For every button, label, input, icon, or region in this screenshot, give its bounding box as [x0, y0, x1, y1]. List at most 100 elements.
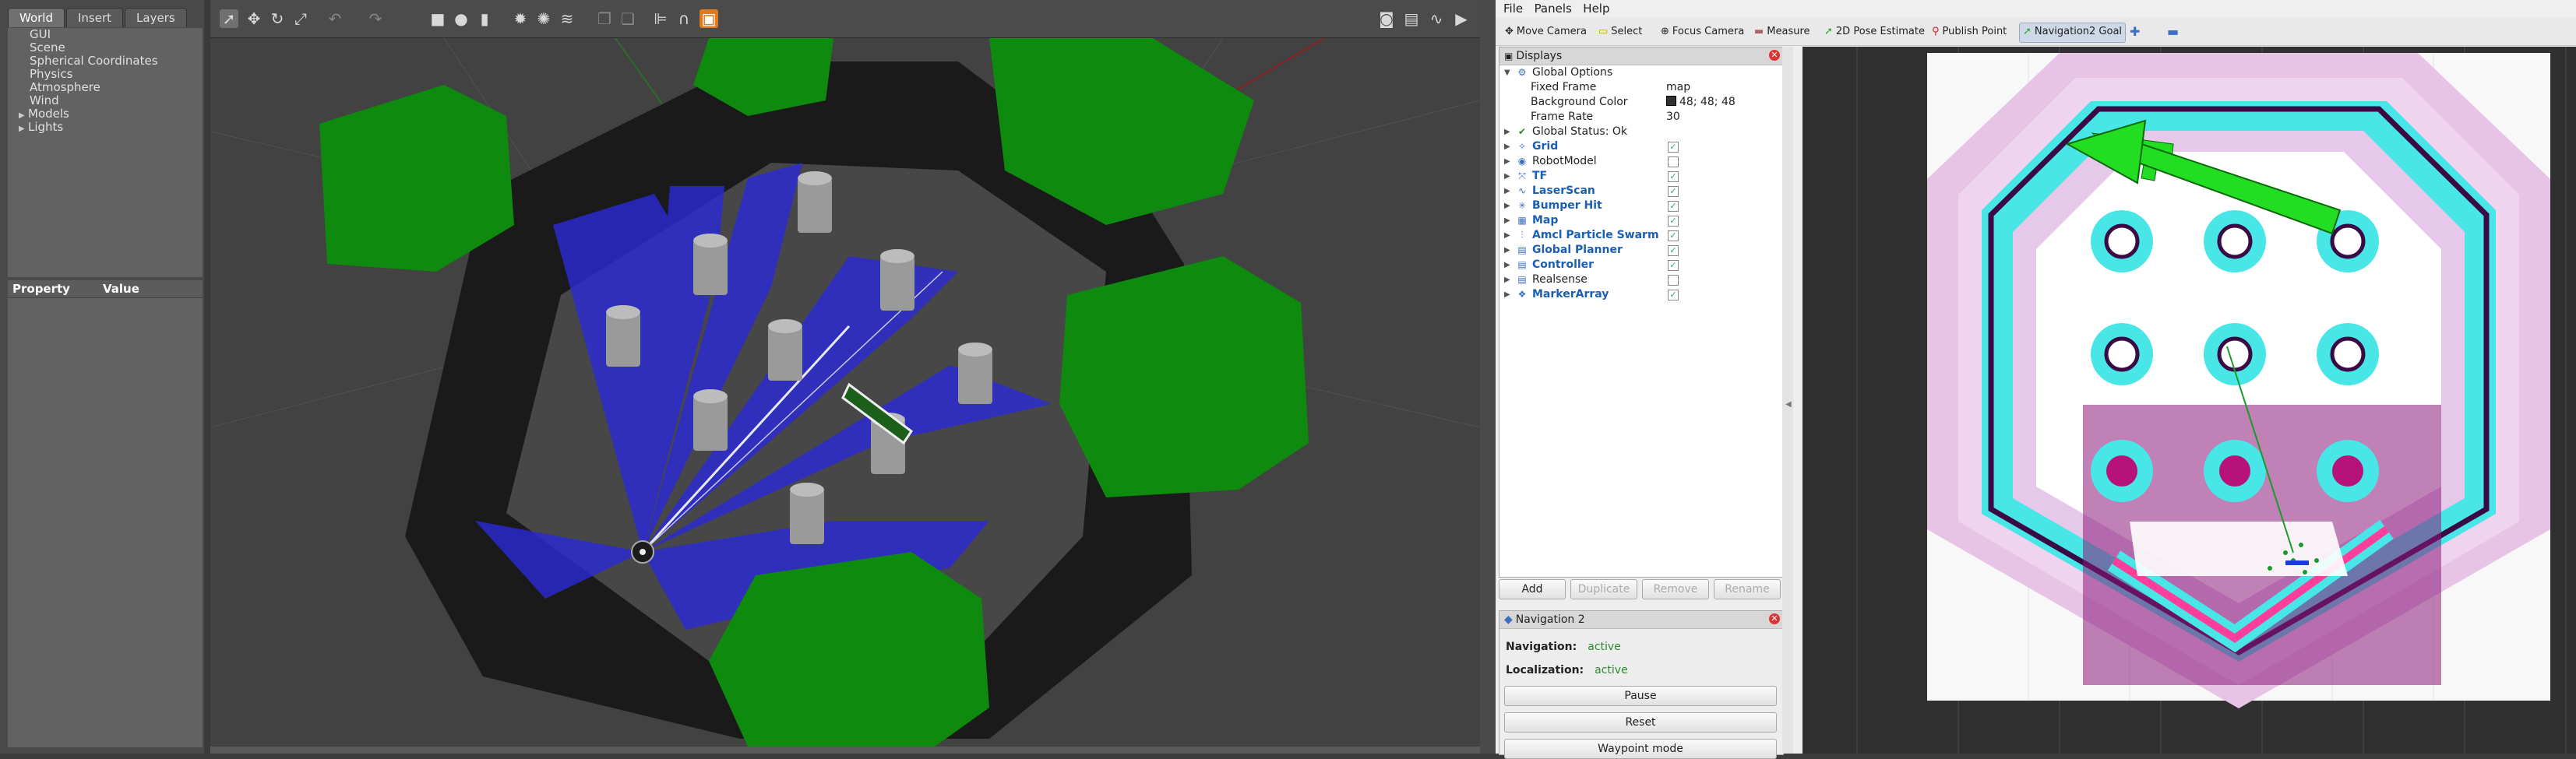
display-checkbox[interactable]: ✓ [1668, 186, 1679, 197]
display-row[interactable]: ▶ ◉ RobotModel [1499, 154, 1783, 169]
tool-measure[interactable]: ▬ Measure [1751, 23, 1813, 41]
expand-icon[interactable]: ▶ [1504, 243, 1510, 258]
rviz-3d-view[interactable] [1802, 47, 2576, 754]
align-icon[interactable]: ⊫ [651, 9, 670, 28]
expand-icon[interactable]: ▶ [1504, 139, 1510, 154]
expand-icon[interactable]: ▶ [1504, 154, 1510, 169]
global-status-row[interactable]: ▶ ✔ Global Status: Ok [1499, 125, 1783, 139]
fixed-frame-row[interactable]: Fixed Frame map [1499, 80, 1783, 95]
reset-button[interactable]: Reset [1504, 712, 1777, 733]
tree-item-gui[interactable]: GUI [8, 28, 203, 41]
directional-light-icon[interactable]: ≋ [558, 9, 576, 28]
translate-mode-icon[interactable]: ✥ [245, 9, 263, 28]
gazebo-splitter[interactable] [204, 0, 210, 754]
duplicate-button[interactable]: Duplicate [1570, 579, 1637, 599]
display-row[interactable]: ▶ ⤧ TF ✓ [1499, 169, 1783, 184]
collapse-icon[interactable]: ▼ [1504, 65, 1510, 80]
tree-item-atmosphere[interactable]: Atmosphere [8, 81, 203, 94]
redo-icon[interactable]: ↷ [366, 9, 385, 28]
box-shape-icon[interactable]: ■ [428, 9, 447, 28]
collapse-arrow-icon[interactable]: ◀ [1785, 400, 1792, 409]
sphere-shape-icon[interactable]: ● [452, 9, 470, 28]
expand-icon[interactable]: ▶ [19, 122, 28, 135]
snap-icon[interactable]: ∩ [675, 9, 693, 28]
log-icon[interactable]: ▤ [1402, 9, 1421, 28]
display-row[interactable]: ▶ ▤ Global Planner ✓ [1499, 243, 1783, 258]
bg-color-row[interactable]: Background Color 48; 48; 48 [1499, 95, 1783, 110]
expand-icon[interactable]: ▶ [1504, 258, 1510, 272]
menu-panels[interactable]: Panels [1535, 0, 1572, 17]
menu-help[interactable]: Help [1583, 0, 1609, 17]
fixed-frame-value[interactable]: map [1666, 80, 1690, 95]
tree-item-spherical[interactable]: Spherical Coordinates [8, 54, 203, 68]
expand-icon[interactable]: ▶ [1504, 228, 1510, 243]
rotate-mode-icon[interactable]: ↻ [268, 9, 287, 28]
plot-icon[interactable]: ∿ [1427, 9, 1446, 28]
expand-icon[interactable]: ▶ [1504, 199, 1510, 213]
expand-icon[interactable]: ▶ [1504, 272, 1510, 287]
waypoint-mode-button[interactable]: Waypoint mode [1504, 739, 1777, 759]
display-checkbox[interactable]: ✓ [1668, 201, 1679, 212]
select-mode-icon[interactable]: ➚ [220, 9, 238, 28]
remove-button[interactable]: Remove [1642, 579, 1709, 599]
menu-file[interactable]: File [1503, 0, 1523, 17]
remove-tool-icon[interactable]: ▬ [2164, 23, 2182, 41]
panel-splitter[interactable]: ◀ [1782, 47, 1793, 754]
tab-insert[interactable]: Insert [66, 8, 124, 27]
tree-item-lights[interactable]: ▶ Lights [8, 121, 203, 134]
bg-color-value[interactable]: 48; 48; 48 [1666, 95, 1736, 110]
add-tool-icon[interactable]: ✚ [2127, 23, 2143, 41]
display-row[interactable]: ▶ ❖ MarkerArray ✓ [1499, 287, 1783, 302]
tool-focus-camera[interactable]: ⊕ Focus Camera [1658, 23, 1747, 41]
tree-item-physics[interactable]: Physics [8, 68, 203, 81]
display-checkbox[interactable]: ✓ [1668, 171, 1679, 182]
display-checkbox[interactable]: ✓ [1668, 290, 1679, 300]
close-icon[interactable]: ✕ [1769, 613, 1780, 624]
display-row[interactable]: ▶ ∿ LaserScan ✓ [1499, 184, 1783, 199]
expand-icon[interactable]: ▶ [1504, 125, 1510, 139]
tree-item-wind[interactable]: Wind [8, 94, 203, 107]
spot-light-icon[interactable]: ✺ [534, 9, 553, 28]
scale-mode-icon[interactable]: ⤢ [291, 9, 310, 28]
display-checkbox[interactable]: ✓ [1668, 260, 1679, 271]
display-row[interactable]: ▶ ▦ Map ✓ [1499, 213, 1783, 228]
expand-icon[interactable]: ▶ [1504, 184, 1510, 199]
display-checkbox[interactable]: ✓ [1668, 216, 1679, 227]
expand-icon[interactable]: ▶ [1504, 169, 1510, 184]
cylinder-shape-icon[interactable]: ▮ [475, 9, 494, 28]
tool-publish-point[interactable]: ⚲ Publish Point [1929, 23, 2010, 41]
add-button[interactable]: Add [1499, 579, 1566, 599]
tool-2d-pose-estimate[interactable]: ➚ 2D Pose Estimate [1821, 23, 1928, 41]
display-checkbox[interactable]: ✓ [1668, 245, 1679, 256]
frame-rate-row[interactable]: Frame Rate 30 [1499, 110, 1783, 125]
tool-select[interactable]: ▭ Select [1595, 23, 1645, 41]
tree-item-scene[interactable]: Scene [8, 41, 203, 54]
display-row[interactable]: ▶ ⫶ Amcl Particle Swarm ✓ [1499, 228, 1783, 243]
tool-move-camera[interactable]: ✥ Move Camera [1502, 23, 1590, 41]
tree-item-models[interactable]: ▶ Models [8, 107, 203, 121]
global-options-row[interactable]: ▼ ⚙ Global Options [1499, 65, 1783, 80]
gazebo-3d-view[interactable] [210, 38, 1480, 747]
display-checkbox[interactable]: ✓ [1668, 230, 1679, 241]
frame-rate-value[interactable]: 30 [1666, 110, 1680, 125]
record-icon[interactable]: ▣ [700, 9, 718, 28]
display-row[interactable]: ▶ ✧ Grid ✓ [1499, 139, 1783, 154]
display-row[interactable]: ▶ ▤ Controller ✓ [1499, 258, 1783, 272]
display-row[interactable]: ▶ ▤ Realsense [1499, 272, 1783, 287]
pause-button[interactable]: Pause [1504, 686, 1777, 706]
tab-layers[interactable]: Layers [125, 8, 187, 27]
video-icon[interactable]: ▶ [1452, 9, 1471, 28]
display-row[interactable]: ▶ ✳ Bumper Hit ✓ [1499, 199, 1783, 213]
tool-nav2-goal[interactable]: ➚ Navigation2 Goal [2019, 23, 2127, 43]
display-checkbox[interactable] [1668, 275, 1679, 286]
copy-icon[interactable]: ❐ [595, 9, 614, 28]
display-checkbox[interactable] [1668, 156, 1679, 167]
paste-icon[interactable]: ❏ [618, 9, 637, 28]
point-light-icon[interactable]: ✹ [511, 9, 530, 28]
rename-button[interactable]: Rename [1714, 579, 1781, 599]
expand-icon[interactable]: ▶ [1504, 213, 1510, 228]
screenshot-icon[interactable]: ◙ [1377, 9, 1396, 28]
close-icon[interactable]: ✕ [1769, 50, 1780, 61]
undo-icon[interactable]: ↶ [326, 9, 344, 28]
display-checkbox[interactable]: ✓ [1668, 142, 1679, 153]
